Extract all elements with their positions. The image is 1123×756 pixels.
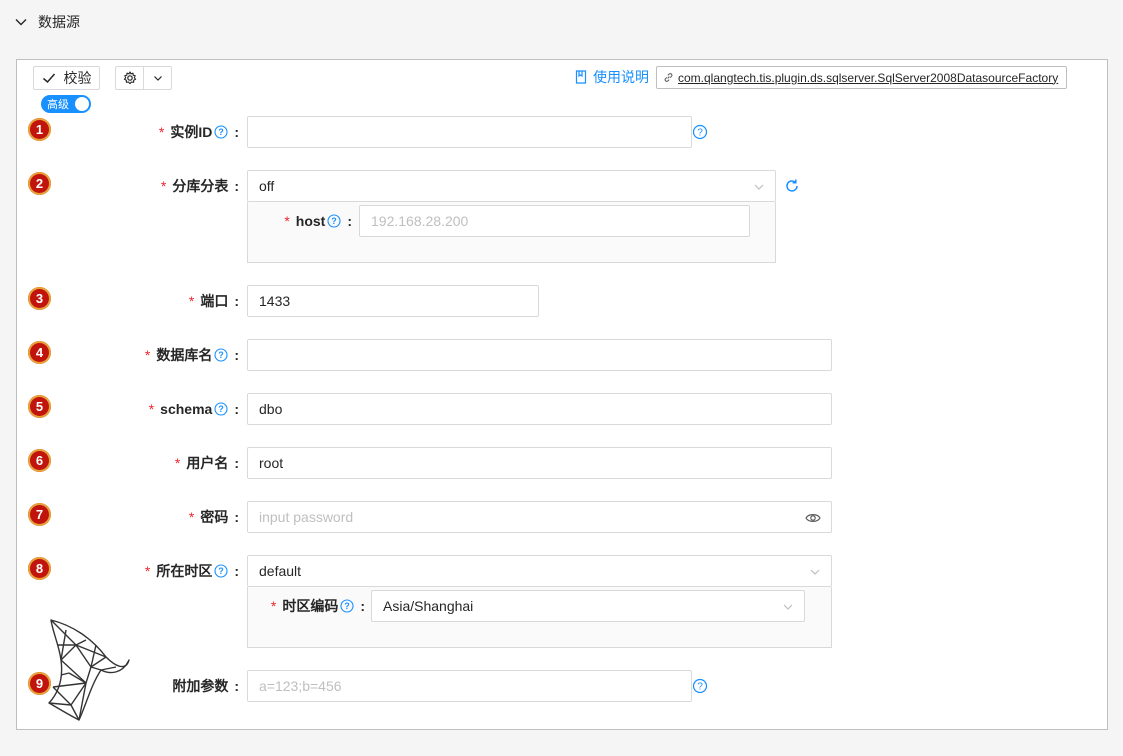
instance-id-input[interactable] — [247, 116, 692, 148]
required-mark: * — [144, 347, 151, 363]
step-badge-5: 5 — [28, 395, 51, 418]
check-icon — [42, 73, 55, 84]
svg-text:?: ? — [697, 128, 703, 139]
sharding-label: * 分库分表 : — [160, 178, 239, 194]
field-label-text: schema — [160, 401, 213, 417]
timezone-select-value: default — [259, 563, 302, 579]
advanced-toggle[interactable]: 高级 — [41, 95, 91, 113]
link-icon — [664, 73, 673, 82]
chevron-down-icon — [783, 604, 793, 610]
timezone-select[interactable]: default — [247, 555, 832, 587]
section-title: 数据源 — [38, 14, 80, 30]
password-placeholder: input password — [259, 509, 354, 525]
required-mark: * — [160, 178, 167, 194]
timezone-code-select[interactable]: Asia/Shanghai — [371, 590, 805, 622]
required-mark: * — [148, 401, 155, 417]
datasource-form-panel: 校验 高级 使用说明 com.qlangtech.tis.plugin.ds.s… — [16, 59, 1108, 730]
extra-params-label: 附加参数 : — [172, 678, 239, 694]
settings-dropdown-button[interactable] — [115, 66, 172, 90]
host-input[interactable]: 192.168.28.200 — [359, 205, 750, 237]
extra-params-input[interactable]: a=123;b=456 — [247, 670, 692, 702]
port-label: * 端口 : — [188, 293, 239, 309]
username-input[interactable]: root — [247, 447, 832, 479]
required-mark: * — [158, 124, 165, 140]
toggle-knob — [75, 97, 89, 111]
chevron-down-icon — [15, 19, 27, 26]
step-badge-7: 7 — [28, 503, 51, 526]
required-mark: * — [284, 213, 290, 229]
eye-icon[interactable] — [805, 511, 821, 525]
step-badge-6: 6 — [28, 449, 51, 472]
field-label-text: 用户名 — [186, 455, 229, 471]
question-circle-icon[interactable]: ? — [692, 124, 708, 140]
chevron-down-icon — [754, 184, 764, 190]
required-mark: * — [144, 563, 151, 579]
field-label-text: 密码 — [200, 509, 229, 525]
field-label-text: 所在时区 — [156, 563, 213, 579]
required-mark: * — [188, 509, 195, 525]
question-circle-icon[interactable]: ? — [214, 348, 228, 362]
question-circle-icon[interactable]: ? — [327, 214, 341, 228]
password-label: * 密码 : — [188, 509, 239, 525]
field-label-text: host — [295, 213, 326, 229]
sharding-select[interactable]: off — [247, 170, 776, 202]
field-label-text: 数据库名 — [156, 347, 213, 363]
step-badge-8: 8 — [28, 557, 51, 580]
question-circle-icon[interactable]: ? — [692, 678, 708, 694]
required-mark: * — [174, 455, 181, 471]
timezone-code-label: * 时区编码 ? : — [270, 598, 365, 614]
schema-label: * schema ? : — [148, 401, 239, 417]
svg-text:?: ? — [697, 682, 703, 693]
advanced-toggle-label: 高级 — [47, 99, 69, 111]
svg-text:?: ? — [345, 601, 351, 611]
host-label: * host ? : — [284, 213, 352, 229]
validate-button[interactable]: 校验 — [33, 66, 100, 90]
settings-button[interactable] — [116, 67, 143, 89]
step-badge-4: 4 — [28, 341, 51, 364]
sharding-select-value: off — [259, 178, 275, 194]
field-label-text: 附加参数 — [172, 678, 229, 694]
validate-label: 校验 — [63, 70, 92, 86]
settings-more-button[interactable] — [143, 67, 171, 89]
chevron-down-icon — [810, 569, 820, 575]
svg-text:?: ? — [219, 566, 225, 576]
field-label-text: 时区编码 — [282, 598, 339, 614]
step-badge-3: 3 — [28, 287, 51, 310]
section-header[interactable]: 数据源 — [14, 12, 80, 32]
field-label-text: 端口 — [200, 293, 229, 309]
chevron-down-icon — [153, 76, 162, 81]
schema-input[interactable]: dbo — [247, 393, 832, 425]
usage-doc-label: 使用说明 — [593, 69, 649, 85]
plugin-class-link[interactable]: com.qlangtech.tis.plugin.ds.sqlserver.Sq… — [656, 66, 1068, 89]
instance-id-label: * 实例ID ? : — [158, 124, 239, 140]
plugin-class-text: com.qlangtech.tis.plugin.ds.sqlserver.Sq… — [678, 70, 1059, 85]
gear-icon — [123, 71, 136, 85]
database-name-label: * 数据库名 ? : — [144, 347, 239, 363]
usage-doc-link[interactable]: 使用说明 — [575, 67, 649, 87]
username-label: * 用户名 : — [174, 455, 239, 471]
field-label-text: 实例ID — [170, 124, 213, 140]
svg-text:?: ? — [219, 404, 225, 414]
password-input[interactable]: input password — [247, 501, 832, 533]
sqlserver-logo-icon — [48, 619, 130, 721]
required-mark: * — [188, 293, 195, 309]
svg-text:?: ? — [332, 216, 338, 226]
question-circle-icon[interactable]: ? — [340, 599, 354, 613]
timezone-label: * 所在时区 ? : — [144, 563, 239, 579]
question-circle-icon[interactable]: ? — [214, 125, 228, 139]
step-badge-2: 2 — [28, 172, 51, 195]
required-mark: * — [270, 598, 277, 614]
timezone-code-value: Asia/Shanghai — [383, 598, 474, 614]
question-circle-icon[interactable]: ? — [214, 564, 228, 578]
field-label-text: 分库分表 — [172, 178, 229, 194]
question-circle-icon[interactable]: ? — [214, 402, 228, 416]
database-name-input[interactable] — [247, 339, 832, 371]
svg-text:?: ? — [219, 350, 225, 360]
step-badge-9: 9 — [28, 672, 51, 695]
step-badge-1: 1 — [28, 118, 51, 141]
svg-text:?: ? — [219, 127, 225, 137]
refresh-icon[interactable] — [784, 178, 800, 194]
port-input[interactable]: 1433 — [247, 285, 539, 317]
book-icon — [575, 70, 587, 84]
